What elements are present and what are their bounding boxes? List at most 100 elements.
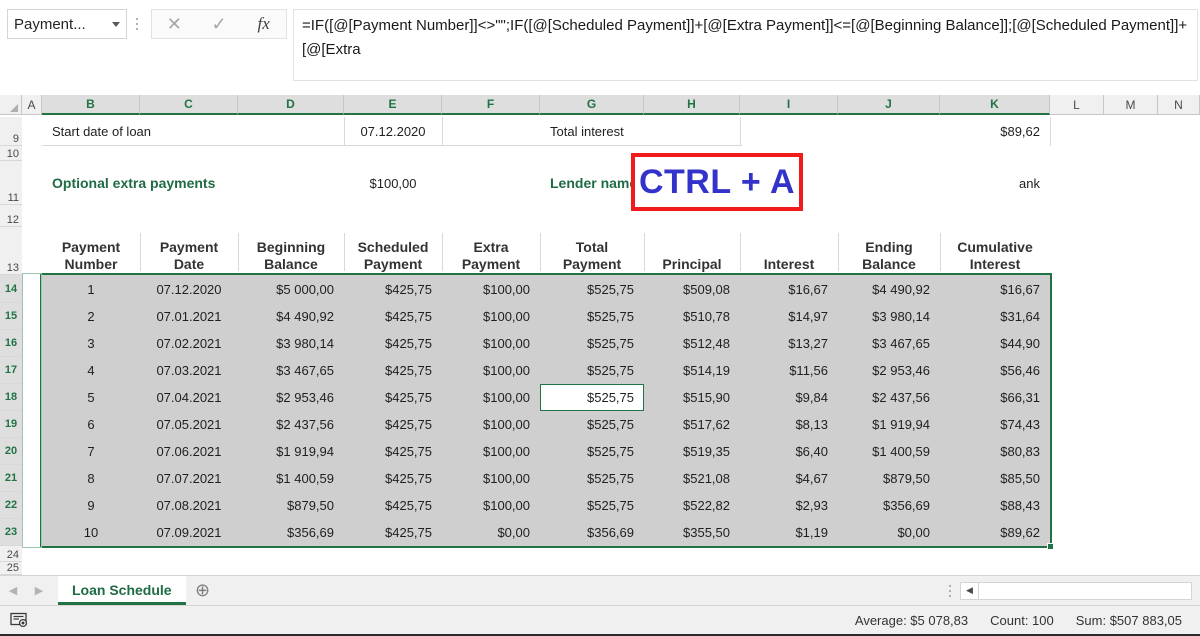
table-cell[interactable]: $522,82 bbox=[644, 492, 740, 519]
row-header-20[interactable]: 20 bbox=[0, 438, 22, 465]
table-cell[interactable]: $510,78 bbox=[644, 303, 740, 330]
column-header-b[interactable]: B bbox=[42, 95, 140, 115]
column-header-a[interactable]: A bbox=[22, 95, 42, 115]
table-cell[interactable]: 10 bbox=[42, 519, 140, 546]
table-cell[interactable]: $74,43 bbox=[940, 411, 1050, 438]
table-cell[interactable]: $521,08 bbox=[644, 465, 740, 492]
table-cell[interactable]: $0,00 bbox=[838, 519, 940, 546]
table-cell[interactable]: $100,00 bbox=[442, 384, 540, 411]
table-column-header[interactable]: Payment Number bbox=[42, 227, 140, 275]
table-cell[interactable]: $1 919,94 bbox=[238, 438, 344, 465]
table-cell[interactable]: $425,75 bbox=[344, 303, 442, 330]
name-box-resize-grip[interactable] bbox=[129, 9, 145, 39]
table-cell[interactable]: $4 490,92 bbox=[238, 303, 344, 330]
table-cell[interactable]: $525,75 bbox=[540, 411, 644, 438]
table-cell[interactable]: 07.01.2021 bbox=[140, 303, 238, 330]
table-cell[interactable]: $525,75 bbox=[540, 330, 644, 357]
row-header-13[interactable]: 13 bbox=[0, 227, 22, 275]
table-cell[interactable]: $4 490,92 bbox=[838, 275, 940, 303]
table-cell[interactable]: $3 980,14 bbox=[238, 330, 344, 357]
table-cell[interactable]: $1 919,94 bbox=[838, 411, 940, 438]
table-cell[interactable]: 9 bbox=[42, 492, 140, 519]
table-cell[interactable]: $80,83 bbox=[940, 438, 1050, 465]
table-cell[interactable]: $44,90 bbox=[940, 330, 1050, 357]
table-cell[interactable]: $100,00 bbox=[442, 465, 540, 492]
row-header-24[interactable]: 24 bbox=[0, 546, 22, 562]
row-header-14[interactable]: 14 bbox=[0, 275, 22, 303]
table-cell[interactable]: $0,00 bbox=[442, 519, 540, 546]
table-cell[interactable]: $9,84 bbox=[740, 384, 838, 411]
table-cell[interactable]: $512,48 bbox=[644, 330, 740, 357]
table-cell[interactable]: $100,00 bbox=[442, 303, 540, 330]
table-cell[interactable]: $88,43 bbox=[940, 492, 1050, 519]
table-column-header[interactable]: Extra Payment bbox=[442, 227, 540, 275]
table-cell[interactable]: $11,56 bbox=[740, 357, 838, 384]
table-cell[interactable]: 8 bbox=[42, 465, 140, 492]
table-cell[interactable]: $425,75 bbox=[344, 438, 442, 465]
table-cell[interactable]: $13,27 bbox=[740, 330, 838, 357]
total-interest-value[interactable]: $89,62 bbox=[940, 117, 1050, 146]
horizontal-scrollbar[interactable]: ◀ bbox=[960, 581, 1192, 600]
table-cell[interactable]: 7 bbox=[42, 438, 140, 465]
row-header-9[interactable]: 9 bbox=[0, 117, 22, 146]
table-cell[interactable]: $16,67 bbox=[940, 275, 1050, 303]
table-cell[interactable]: $514,19 bbox=[644, 357, 740, 384]
formula-input[interactable]: =IF([@[Payment Number]]<>"";IF([@[Schedu… bbox=[293, 9, 1198, 81]
name-box[interactable]: Payment... bbox=[7, 9, 127, 39]
table-cell[interactable]: $100,00 bbox=[442, 492, 540, 519]
chevron-down-icon[interactable] bbox=[112, 21, 120, 27]
table-cell[interactable]: $525,75 bbox=[540, 465, 644, 492]
table-cell[interactable]: $8,13 bbox=[740, 411, 838, 438]
chevron-left-icon[interactable]: ◀ bbox=[0, 578, 26, 604]
table-cell[interactable]: $4,67 bbox=[740, 465, 838, 492]
table-cell[interactable]: $1 400,59 bbox=[238, 465, 344, 492]
check-icon[interactable]: ✓ bbox=[199, 10, 239, 38]
table-cell[interactable]: $100,00 bbox=[442, 357, 540, 384]
column-header-k[interactable]: K bbox=[940, 95, 1050, 115]
table-cell[interactable]: $56,46 bbox=[940, 357, 1050, 384]
table-cell[interactable]: $425,75 bbox=[344, 465, 442, 492]
table-cell[interactable]: $879,50 bbox=[838, 465, 940, 492]
tab-bar-grip[interactable] bbox=[940, 576, 960, 605]
table-cell[interactable]: $425,75 bbox=[344, 330, 442, 357]
extra-payments-value[interactable]: $100,00 bbox=[344, 161, 442, 205]
table-cell[interactable]: $2,93 bbox=[740, 492, 838, 519]
table-column-header[interactable]: Beginning Balance bbox=[238, 227, 344, 275]
column-header-l[interactable]: L bbox=[1050, 95, 1104, 115]
table-cell[interactable]: $2 437,56 bbox=[238, 411, 344, 438]
table-cell[interactable]: $356,69 bbox=[540, 519, 644, 546]
table-cell[interactable]: 07.09.2021 bbox=[140, 519, 238, 546]
row-header-15[interactable]: 15 bbox=[0, 303, 22, 330]
table-cell[interactable]: $425,75 bbox=[344, 411, 442, 438]
column-header-f[interactable]: F bbox=[442, 95, 540, 115]
row-header-17[interactable]: 17 bbox=[0, 357, 22, 384]
table-cell[interactable]: $100,00 bbox=[442, 411, 540, 438]
chevron-right-icon[interactable]: ▶ bbox=[26, 578, 52, 604]
table-cell[interactable]: 07.02.2021 bbox=[140, 330, 238, 357]
table-cell[interactable]: $515,90 bbox=[644, 384, 740, 411]
column-header-g[interactable]: G bbox=[540, 95, 644, 115]
table-cell[interactable]: 4 bbox=[42, 357, 140, 384]
table-cell[interactable]: $31,64 bbox=[940, 303, 1050, 330]
table-cell[interactable]: $519,35 bbox=[644, 438, 740, 465]
table-cell[interactable]: $525,75 bbox=[540, 275, 644, 303]
table-cell[interactable]: 3 bbox=[42, 330, 140, 357]
table-cell[interactable]: $879,50 bbox=[238, 492, 344, 519]
column-header-d[interactable]: D bbox=[238, 95, 344, 115]
table-cell[interactable]: $356,69 bbox=[238, 519, 344, 546]
table-cell[interactable]: 2 bbox=[42, 303, 140, 330]
table-cell[interactable]: $425,75 bbox=[344, 275, 442, 303]
table-cell[interactable]: 07.12.2020 bbox=[140, 275, 238, 303]
column-header-e[interactable]: E bbox=[344, 95, 442, 115]
close-icon[interactable]: ✕ bbox=[154, 10, 194, 38]
row-header-12[interactable]: 12 bbox=[0, 205, 22, 227]
table-cell[interactable]: 07.04.2021 bbox=[140, 384, 238, 411]
table-cell[interactable]: $425,75 bbox=[344, 357, 442, 384]
table-cell[interactable]: $2 953,46 bbox=[238, 384, 344, 411]
column-header-i[interactable]: I bbox=[740, 95, 838, 115]
table-cell[interactable]: 07.07.2021 bbox=[140, 465, 238, 492]
row-header-10[interactable]: 10 bbox=[0, 146, 22, 161]
select-all-corner[interactable] bbox=[0, 95, 22, 115]
table-cell[interactable]: 5 bbox=[42, 384, 140, 411]
record-macro-icon[interactable] bbox=[8, 610, 30, 630]
